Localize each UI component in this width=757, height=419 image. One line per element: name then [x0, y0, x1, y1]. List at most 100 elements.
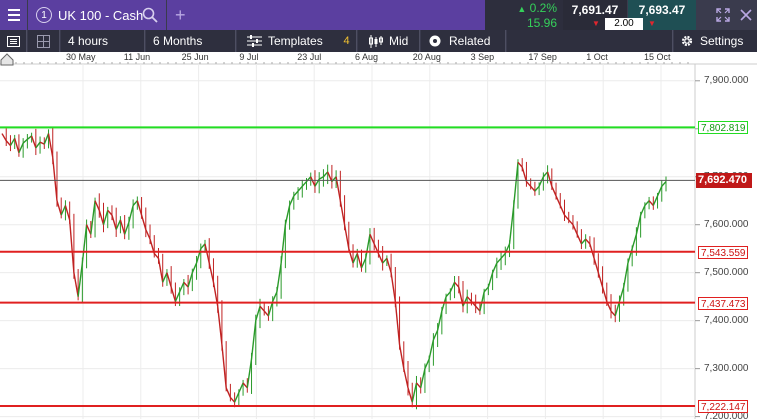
buy-price: 7,693.47 [638, 3, 686, 17]
price-segment [64, 205, 71, 221]
price-segment [652, 195, 659, 206]
grid-layout-icon[interactable] [28, 30, 60, 52]
price-segment [513, 162, 519, 206]
templates-button[interactable]: Templates [237, 30, 337, 52]
price-segment [229, 396, 236, 403]
price-segment [568, 219, 574, 226]
price-segment [225, 387, 232, 398]
price-segment [500, 253, 506, 259]
price-segment [398, 344, 405, 369]
price-segment [166, 272, 172, 288]
related-button[interactable]: Related [421, 30, 506, 52]
x-tick-label: 9 Jul [239, 52, 259, 62]
price-segment [250, 320, 257, 360]
home-icon[interactable] [0, 52, 14, 66]
interval-select[interactable]: 4 hours [61, 30, 145, 52]
price-segment [365, 234, 371, 259]
price-chart[interactable]: 30 May 11 Jun 25 Jun 9 Jul 23 Jul 6 Aug 20 Aug… [0, 52, 757, 419]
down-arrow-icon: ▼ [592, 19, 600, 28]
price-segment [301, 181, 308, 187]
eye-icon [429, 35, 441, 47]
price-segment [563, 214, 570, 221]
x-tick-label: 6 Aug [355, 52, 379, 62]
chart-toolbar: 4 hours 6 Months Templates 4 Mid Related… [0, 30, 757, 52]
price-type-select[interactable]: Mid [358, 30, 420, 52]
list-icon[interactable] [0, 30, 27, 52]
price-segment [111, 214, 117, 230]
add-tab-button[interactable]: + [167, 0, 485, 30]
price-segment [597, 272, 604, 288]
price-segment [538, 176, 544, 187]
y-tick-label: 7,400.000 [704, 314, 749, 326]
price-segment [559, 205, 566, 216]
price-type-label: Mid [389, 34, 409, 48]
support-line-tag[interactable]: 7,222.147 [698, 399, 748, 413]
price-segment [183, 281, 189, 288]
price-segment [411, 382, 418, 403]
settings-button[interactable]: Settings [674, 30, 757, 52]
x-tick-label: 25 Jun [181, 52, 209, 62]
down-arrow-icon: ▼ [648, 19, 656, 28]
price-segment [352, 253, 358, 264]
candlestick-icon [369, 34, 383, 48]
price-segment [272, 291, 278, 302]
price-segment [242, 382, 248, 389]
support-line-tag[interactable]: 7,543.559 [698, 245, 748, 259]
change-percent: 0.2% [529, 1, 557, 15]
price-segment [546, 171, 553, 187]
price-segment [407, 387, 413, 403]
price-segment [521, 166, 528, 182]
price-segment [454, 281, 460, 288]
price-segment [623, 262, 629, 288]
price-segment [339, 200, 346, 225]
price-segment [639, 205, 646, 216]
range-select[interactable]: 6 Months [146, 30, 236, 52]
price-segment [1, 133, 7, 142]
instrument-tab[interactable]: 1 UK 100 - Cash [28, 0, 166, 30]
price-segment [297, 185, 303, 192]
tab-number: 1 [36, 7, 52, 23]
resistance-line-tag[interactable]: 7,802.819 [698, 121, 748, 135]
y-tick-label: 7,600.000 [704, 218, 749, 230]
price-segment [496, 257, 502, 264]
price-segment [525, 181, 532, 187]
price-segment [178, 281, 185, 293]
price-segment [174, 291, 181, 302]
price-segment [377, 253, 384, 264]
price-segment [555, 195, 561, 206]
price-segment [648, 200, 654, 206]
x-tick-label: 11 Jun [123, 52, 151, 62]
search-icon[interactable] [142, 7, 158, 23]
price-segment [610, 310, 616, 317]
spread-value: 2.00 [605, 18, 643, 30]
price-segment [47, 133, 54, 158]
price-segment [90, 200, 96, 235]
price-segment [200, 243, 206, 250]
chart-window: 1 UK 100 - Cash + ▲ 0.2% 15.96 7,691.47 … [0, 0, 757, 419]
close-icon[interactable] [739, 8, 753, 22]
templates-label: Templates [268, 34, 323, 48]
x-tick-label: 20 Aug [412, 52, 441, 62]
top-bar: 1 UK 100 - Cash + ▲ 0.2% 15.96 7,691.47 … [0, 0, 757, 30]
price-segment [35, 141, 41, 149]
price-segment [73, 272, 79, 297]
price-segment [284, 205, 291, 225]
change-points: 15.96 [526, 16, 557, 30]
expand-icon[interactable] [716, 8, 730, 22]
price-segment [68, 219, 75, 273]
price-segment [52, 157, 58, 201]
chart-plot[interactable] [0, 52, 757, 419]
hamburger-icon[interactable] [0, 0, 27, 30]
price-segment [322, 171, 329, 178]
price-segment [14, 138, 20, 153]
price-segment [343, 224, 350, 249]
price-segment [123, 222, 130, 235]
price-segment [30, 135, 37, 149]
price-segment [356, 253, 363, 269]
price-segment [534, 185, 540, 192]
price-segment [517, 161, 523, 168]
price-segment [466, 296, 472, 302]
price-segment [221, 344, 227, 388]
price-segment [153, 253, 160, 259]
support-line-tag[interactable]: 7,437.473 [698, 296, 748, 310]
